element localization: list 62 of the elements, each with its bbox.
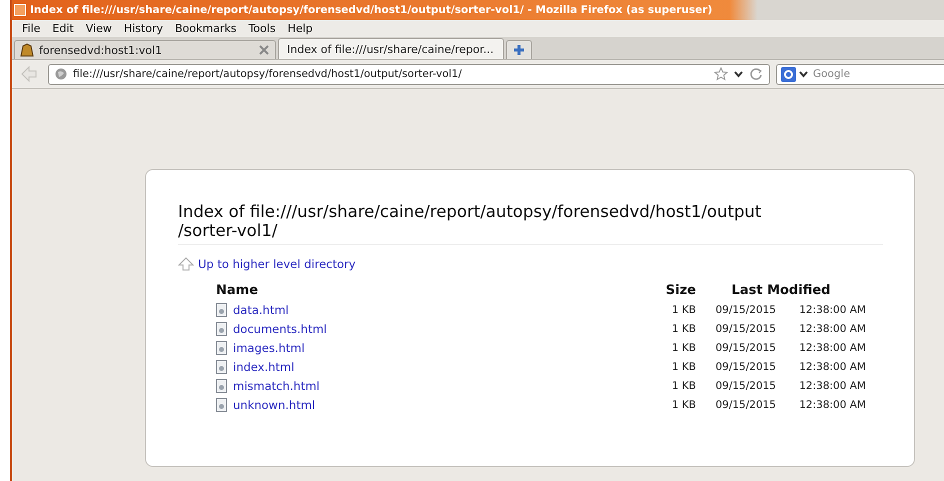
- file-link[interactable]: mismatch.html: [233, 379, 320, 393]
- date-cell-text: 09/15/2015: [714, 380, 776, 392]
- up-arrow-icon: [178, 257, 194, 271]
- menu-item[interactable]: Help: [282, 22, 319, 35]
- chevron-down-icon[interactable]: [734, 70, 743, 78]
- app-icon: [14, 4, 26, 16]
- date-cell-text: 09/15/2015: [714, 361, 776, 373]
- tab-title: Index of file:///usr/share/caine/repor...: [287, 42, 494, 56]
- time-cell-text: 12:38:00 AM: [798, 342, 866, 354]
- column-header: Name: [216, 283, 260, 298]
- menu-item[interactable]: File: [16, 22, 46, 35]
- time-cell-text: 12:38:00 AM: [798, 380, 866, 392]
- window-title: Index of file:///usr/share/caine/report/autopsy/forensedvd/host1/output/sorter-vol1/ - Mozilla Firefox (as superuser): [12, 0, 944, 20]
- close-icon[interactable]: [259, 45, 269, 55]
- star-icon[interactable]: [714, 67, 728, 81]
- file-icon: [216, 341, 227, 355]
- size-cell-text: 1 KB: [670, 342, 696, 354]
- time-cell-text: 12:38:00 AM: [798, 304, 866, 316]
- size-cell-text: 1 KB: [670, 304, 696, 316]
- column-header: Size: [664, 283, 696, 298]
- page-heading: Index of file:///usr/share/caine/report/autopsy/forensedvd/host1/output /sorter-vol1/: [178, 202, 883, 245]
- file-link[interactable]: documents.html: [233, 322, 327, 336]
- back-arrow-icon: [19, 65, 39, 83]
- date-cell-text: 09/15/2015: [714, 399, 776, 411]
- url-text: file:///usr/share/caine/report/autopsy/forensedvd/host1/output/sorter-vol1/: [73, 68, 463, 80]
- time-cell-text: 12:38:00 AM: [798, 323, 866, 335]
- column-header: Last Modified: [730, 283, 832, 298]
- file-link[interactable]: images.html: [233, 341, 305, 355]
- browser-tab[interactable]: forensedvd:host1:vol1: [14, 40, 276, 59]
- size-cell-text: 1 KB: [670, 361, 696, 373]
- browser-tab[interactable]: Index of file:///usr/share/caine/repor...: [278, 38, 504, 59]
- time-cell-text: 12:38:00 AM: [798, 399, 866, 411]
- file-icon: [216, 322, 227, 336]
- date-cell-text: 09/15/2015: [714, 342, 776, 354]
- size-cell-text: 1 KB: [670, 380, 696, 392]
- tab-title: forensedvd:host1:vol1: [39, 44, 164, 56]
- time-cell-text: 12:38:00 AM: [798, 361, 866, 373]
- file-icon: [216, 360, 227, 374]
- file-icon: [216, 379, 227, 393]
- date-cell-text: 09/15/2015: [714, 323, 776, 335]
- globe-icon: [55, 68, 67, 80]
- menu-item[interactable]: Edit: [46, 22, 80, 35]
- parent-directory-link[interactable]: Up to higher level directory: [198, 257, 356, 271]
- menu-item[interactable]: Bookmarks: [168, 22, 242, 35]
- menu-item[interactable]: Tools: [242, 22, 282, 35]
- search-engine-icon[interactable]: [781, 66, 796, 82]
- size-cell-text: 1 KB: [670, 399, 696, 411]
- plus-icon: [513, 44, 525, 56]
- menu-item[interactable]: History: [118, 22, 169, 35]
- address-bar[interactable]: file:///usr/share/caine/report/autopsy/forensedvd/host1/output/sorter-vol1/: [48, 64, 770, 84]
- date-cell-text: 09/15/2015: [714, 304, 776, 316]
- size-cell-text: 1 KB: [670, 323, 696, 335]
- search-bar[interactable]: Google: [776, 64, 944, 84]
- file-link[interactable]: unknown.html: [233, 398, 316, 412]
- file-link[interactable]: data.html: [233, 303, 289, 317]
- new-tab-button[interactable]: [506, 40, 532, 59]
- file-icon: [216, 398, 227, 412]
- reload-icon[interactable]: [749, 67, 763, 81]
- chevron-down-icon[interactable]: [799, 70, 808, 78]
- file-link[interactable]: index.html: [233, 360, 294, 374]
- menu-item[interactable]: View: [80, 22, 118, 35]
- file-icon: [216, 303, 227, 317]
